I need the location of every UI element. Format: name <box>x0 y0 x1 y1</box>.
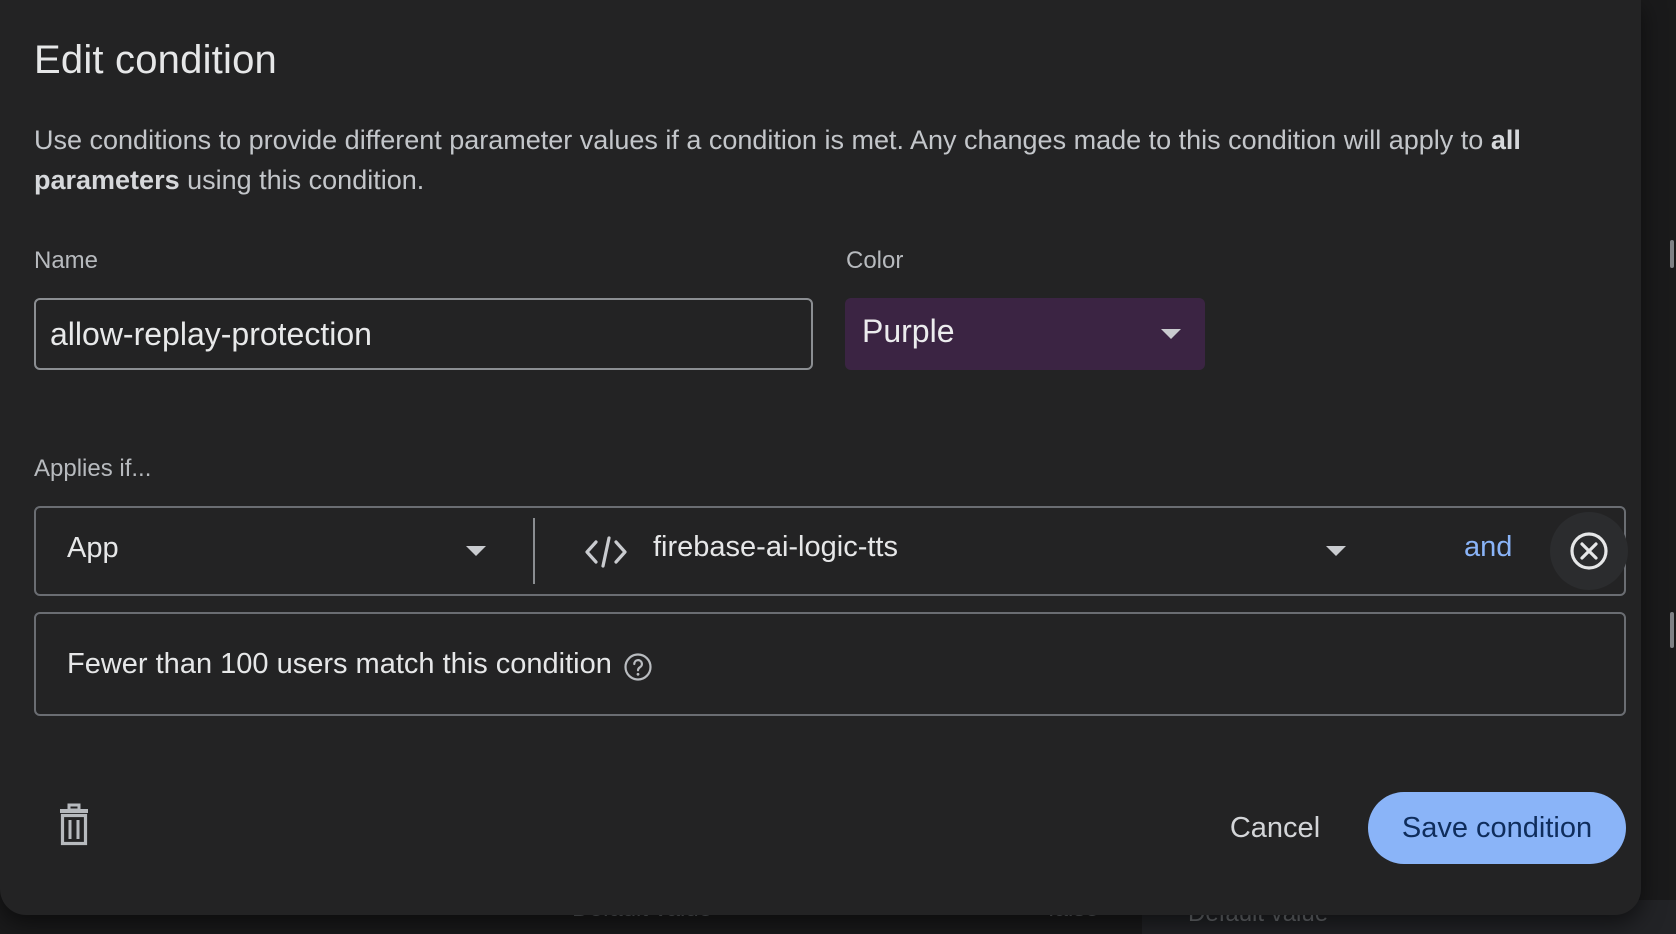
description-text: Use conditions to provide different para… <box>34 125 1491 155</box>
scrollbar-mark <box>1670 612 1674 648</box>
rule-type-value: App <box>67 532 119 564</box>
condition-rule-row: App firebase-ai-logic-tts and <box>34 506 1628 596</box>
dialog-title: Edit condition <box>34 38 277 82</box>
code-icon <box>585 536 627 568</box>
help-icon[interactable] <box>623 652 653 682</box>
color-select-value: Purple <box>862 313 955 349</box>
color-select[interactable]: Purple <box>845 298 1205 370</box>
cancel-button[interactable]: Cancel <box>1210 792 1340 864</box>
save-condition-button[interactable]: Save condition <box>1368 792 1626 864</box>
chevron-down-icon <box>1161 329 1181 339</box>
scrollbar-mark <box>1670 240 1674 268</box>
rule-type-select[interactable]: App <box>36 508 531 594</box>
and-button[interactable]: and <box>1464 531 1512 564</box>
remove-rule-button[interactable] <box>1550 512 1628 590</box>
name-label: Name <box>34 247 99 274</box>
user-match-box: Fewer than 100 users match this conditio… <box>34 612 1626 716</box>
chevron-down-icon <box>466 546 486 556</box>
close-circle-icon <box>1570 532 1608 570</box>
chevron-down-icon <box>1326 546 1346 556</box>
user-match-text: Fewer than 100 users match this conditio… <box>67 648 612 680</box>
description-text-end: using this condition. <box>179 165 425 195</box>
applies-if-label: Applies if... <box>34 455 152 482</box>
rule-value: firebase-ai-logic-tts <box>653 531 898 563</box>
delete-icon[interactable] <box>50 800 98 856</box>
color-label: Color <box>846 247 904 274</box>
rule-divider <box>533 518 535 584</box>
edit-condition-dialog: Edit condition Use conditions to provide… <box>0 0 1641 915</box>
dialog-description: Use conditions to provide different para… <box>34 120 1604 200</box>
rule-value-select[interactable]: firebase-ai-logic-tts <box>536 508 1436 594</box>
name-input[interactable] <box>34 298 813 370</box>
